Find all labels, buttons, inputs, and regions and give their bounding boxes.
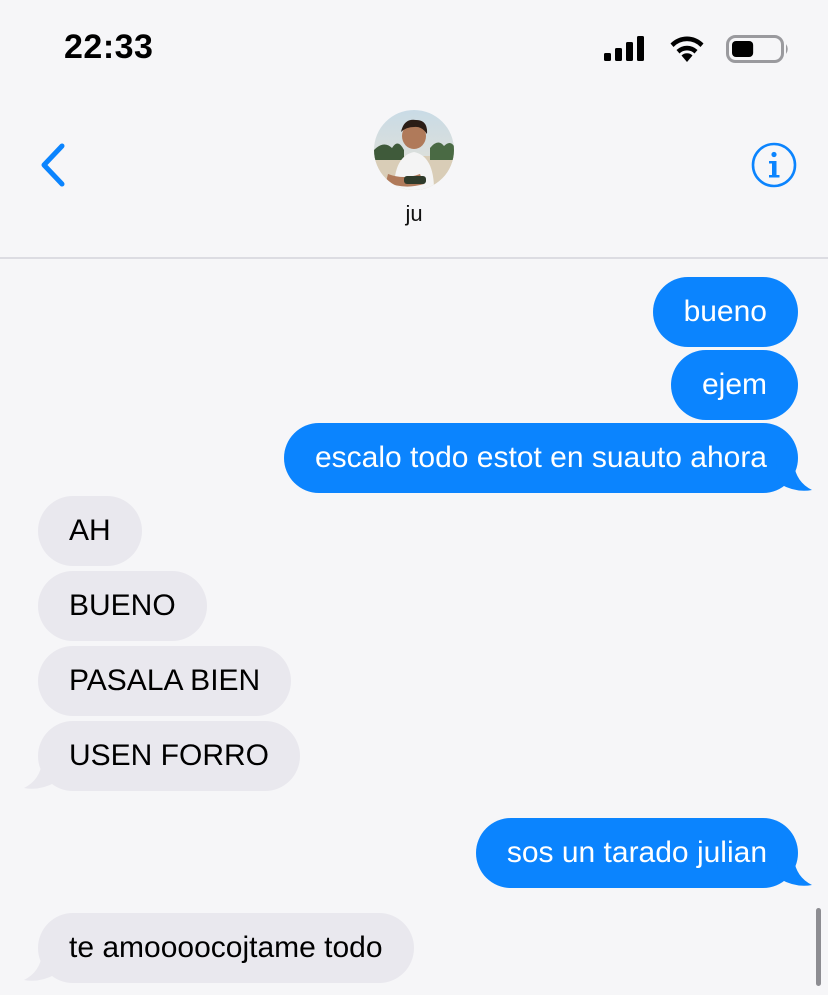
- contact-name[interactable]: ju: [0, 201, 828, 227]
- messages-screen: 22:33 ju bueno ejem escalo todo estot en…: [0, 0, 828, 995]
- sent-message-bubble[interactable]: escalo todo estot en suauto ahora: [284, 423, 798, 493]
- received-message-bubble[interactable]: te amoooocojtame todo: [38, 913, 414, 983]
- message-text: PASALA BIEN: [69, 664, 261, 697]
- chevron-left-icon: [41, 143, 65, 187]
- info-button[interactable]: [750, 141, 798, 189]
- received-message-bubble[interactable]: USEN FORRO: [38, 721, 301, 791]
- sent-message-bubble[interactable]: bueno: [652, 277, 798, 347]
- scrollbar[interactable]: [816, 908, 821, 986]
- conversation-header: ju: [0, 0, 828, 259]
- received-message-bubble[interactable]: PASALA BIEN: [38, 646, 292, 716]
- message-text: USEN FORRO: [69, 739, 270, 772]
- sent-bubble-tail: [776, 859, 812, 886]
- sent-bubble-tail: [776, 464, 812, 491]
- received-bubble-tail: [24, 762, 60, 789]
- message-text: bueno: [683, 295, 767, 328]
- received-bubble-tail: [24, 954, 60, 981]
- message-text: ejem: [701, 368, 767, 401]
- back-button[interactable]: [34, 140, 74, 190]
- message-text: sos un tarado julian: [506, 836, 767, 869]
- message-text: BUENO: [69, 589, 176, 622]
- received-message-bubble[interactable]: AH: [38, 496, 142, 566]
- message-text: AH: [69, 514, 111, 547]
- message-text: escalo todo estot en suauto ahora: [315, 441, 767, 474]
- sent-message-bubble[interactable]: sos un tarado julian: [475, 818, 798, 888]
- sent-message-bubble[interactable]: ejem: [670, 350, 798, 420]
- received-message-bubble[interactable]: BUENO: [38, 571, 207, 641]
- contact-avatar[interactable]: [374, 110, 454, 190]
- message-text: te amoooocojtame todo: [69, 931, 383, 964]
- info-icon: [751, 142, 797, 188]
